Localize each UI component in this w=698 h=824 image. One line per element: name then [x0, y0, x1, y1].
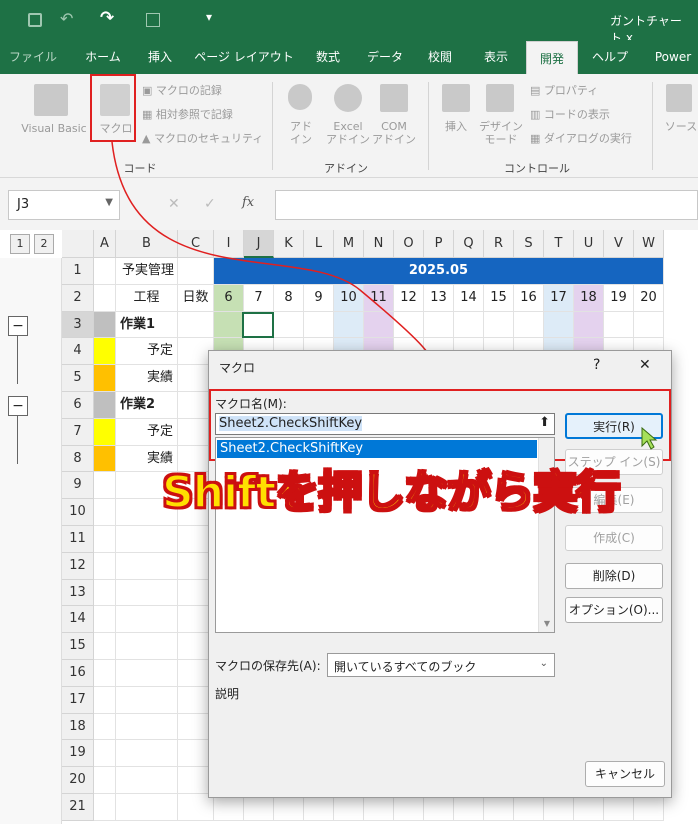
macro-dialog: マクロ ? ✕ マクロ名(M): Sheet2.CheckShiftKey ⬆ …	[208, 350, 672, 798]
macro-name-label: マクロ名(M):	[215, 397, 287, 411]
collapse-dialog-icon[interactable]: ⬆	[539, 415, 550, 430]
mouse-cursor-icon	[641, 426, 658, 450]
macro-name-value: Sheet2.CheckShiftKey	[219, 416, 363, 431]
close-icon[interactable]: ✕	[639, 357, 651, 373]
dialog-title: マクロ	[219, 361, 256, 375]
options-button[interactable]: オプション(O)...	[565, 597, 663, 623]
chevron-down-icon[interactable]: ⌄	[540, 658, 548, 669]
macro-name-input[interactable]: Sheet2.CheckShiftKey ⬆	[215, 413, 555, 435]
create-button[interactable]: 作成(C)	[565, 525, 663, 551]
save-in-label: マクロの保存先(A):	[215, 659, 321, 673]
save-in-select[interactable]: 開いているすべてのブック ⌄	[327, 653, 555, 677]
scroll-down-icon[interactable]: ▼	[544, 619, 550, 628]
cancel-button[interactable]: キャンセル	[585, 761, 665, 787]
overlay-caption: Shiftを押しながら実行	[161, 466, 621, 519]
help-button[interactable]: ?	[593, 357, 600, 373]
save-in-value: 開いているすべてのブック	[334, 660, 477, 674]
delete-button[interactable]: 削除(D)	[565, 563, 663, 589]
description-label: 説明	[215, 687, 240, 701]
